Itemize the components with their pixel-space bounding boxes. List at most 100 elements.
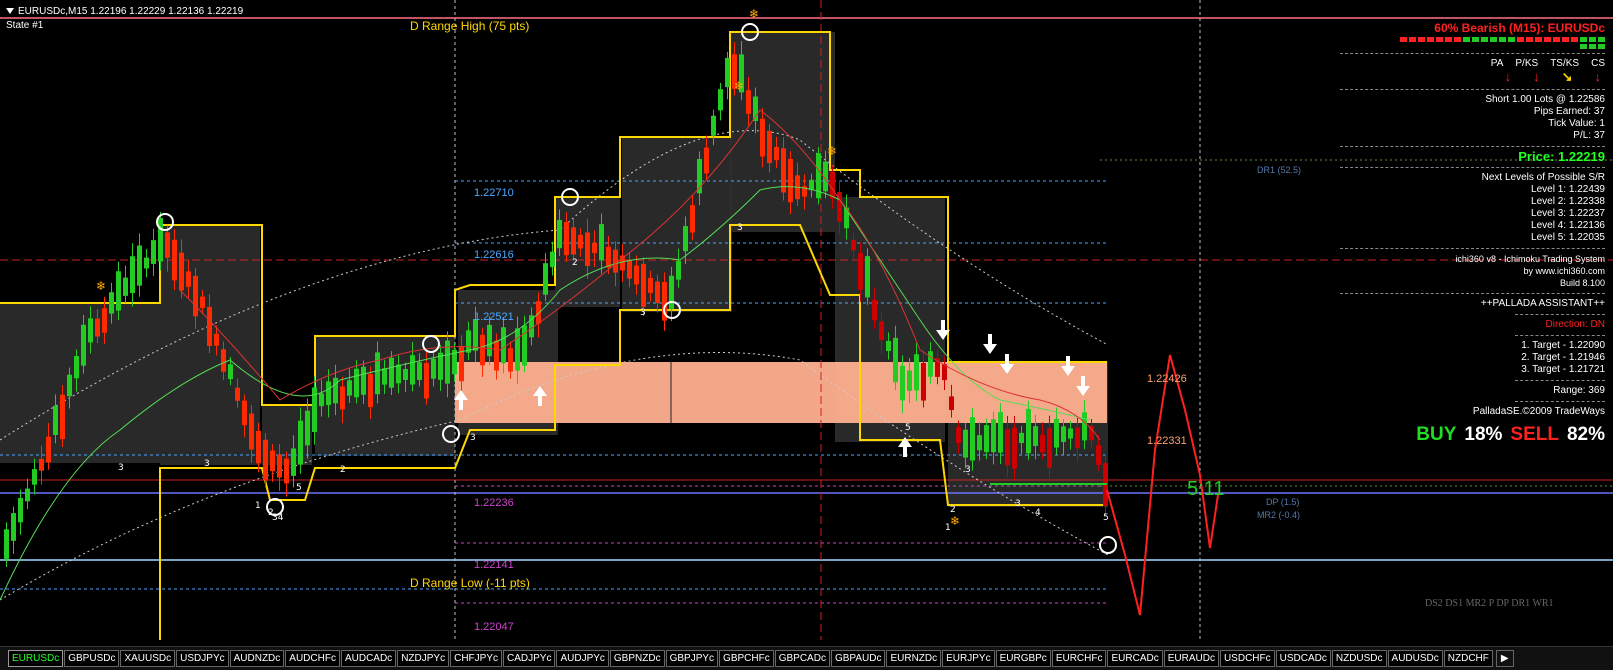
- bias-dot: [1571, 37, 1578, 42]
- divider: [1340, 53, 1605, 54]
- candle-body: [368, 374, 373, 408]
- buy-sell-ratio: BUY 18% SELL 82%: [1335, 424, 1605, 446]
- candle-body: [193, 275, 198, 317]
- candle-body: [81, 324, 86, 366]
- candle-body: [788, 159, 793, 203]
- dr1-label: DR1 (52.5): [1257, 165, 1302, 175]
- candle-body: [1096, 445, 1101, 465]
- symbol-tab[interactable]: USDCADc: [1275, 650, 1331, 667]
- divider: [1515, 335, 1605, 336]
- symbol-tab[interactable]: NZDJPYc: [397, 650, 450, 667]
- symbol-tab[interactable]: AUDNZDc: [229, 650, 285, 667]
- candle-body: [326, 381, 331, 406]
- candle-body: [109, 292, 114, 314]
- candle-body: [886, 340, 891, 352]
- d-range-high-label: D Range High (75 pts): [410, 19, 530, 33]
- candle-body: [963, 429, 968, 458]
- symbol-tab[interactable]: EURUSDc: [8, 650, 64, 667]
- candle-body: [60, 394, 65, 440]
- symbol-tab[interactable]: CADJPYc: [503, 650, 556, 667]
- wave-label: 3: [640, 308, 646, 318]
- candle-body: [298, 420, 303, 465]
- symbol-tab[interactable]: AUDUSDc: [1387, 650, 1443, 667]
- candle-body: [907, 370, 912, 391]
- candle-body: [102, 308, 107, 333]
- state-label: State #1: [6, 20, 44, 31]
- dropdown-icon[interactable]: [6, 8, 14, 14]
- range-box: [0, 303, 160, 463]
- indicator-label: P/KS: [1515, 58, 1539, 69]
- snowflake-icon: ❄: [734, 79, 744, 93]
- level-label: 1.22426: [1147, 373, 1187, 385]
- d-range-low-label: D Range Low (-11 pts): [410, 576, 530, 590]
- symbol-tab[interactable]: EURCHFc: [1051, 650, 1107, 667]
- candle-body: [1047, 428, 1052, 468]
- candle-body: [592, 242, 597, 254]
- symbol-tab[interactable]: EURNZDc: [886, 650, 942, 667]
- candle-body: [522, 325, 527, 366]
- brand-url: by www.ichi360.com: [1523, 266, 1605, 276]
- candle-body: [263, 439, 268, 481]
- candle-body: [515, 328, 520, 371]
- snowflake-icon: ❄: [950, 514, 960, 528]
- bias-dot: [1490, 37, 1497, 42]
- symbol-tab[interactable]: GBPNZDc: [609, 650, 665, 667]
- symbol-tab[interactable]: EURCADc: [1107, 650, 1163, 667]
- candle-body: [375, 352, 380, 395]
- bias-dots: [1400, 37, 1605, 49]
- candle-body: [858, 253, 863, 290]
- candle-body: [599, 224, 604, 261]
- candle-body: [767, 130, 772, 163]
- candle-body: [466, 330, 471, 353]
- candle-body: [249, 413, 254, 450]
- divider: [1515, 401, 1605, 402]
- candle-body: [704, 147, 709, 174]
- bias-dot: [1562, 37, 1569, 42]
- symbol-tab[interactable]: NZDUSDc: [1331, 650, 1387, 667]
- candle-body: [158, 217, 163, 262]
- chart-header: EURUSDc,M15 1.22196 1.22229 1.22136 1.22…: [6, 6, 243, 17]
- candle-body: [501, 327, 506, 364]
- bias-dot: [1598, 44, 1605, 49]
- candle-body: [998, 412, 1003, 453]
- candle-body: [291, 448, 296, 476]
- symbol-tab[interactable]: EURGBPc: [995, 650, 1051, 667]
- symbol-tab[interactable]: USDJPYc: [176, 650, 229, 667]
- divider: [1340, 293, 1605, 294]
- symbol-tab[interactable]: AUDCADc: [340, 650, 397, 667]
- candle-body: [410, 355, 415, 385]
- candle-body: [690, 205, 695, 233]
- symbol-tab[interactable]: EURJPYc: [942, 650, 995, 667]
- scroll-right-icon[interactable]: ▶: [1495, 650, 1514, 667]
- symbol-tab[interactable]: GBPCADc: [774, 650, 830, 667]
- buy-label: BUY: [1416, 424, 1457, 445]
- candle-body: [270, 450, 275, 472]
- sr-level: Level 1: 1.22439: [1531, 184, 1605, 195]
- symbol-tab[interactable]: NZDCHF: [1443, 650, 1493, 667]
- candle-body: [284, 458, 289, 484]
- candle-body: [725, 57, 730, 88]
- symbol-tab[interactable]: USDCHFc: [1219, 650, 1275, 667]
- symbol-tab[interactable]: GBPJPYc: [665, 650, 719, 667]
- symbol-tab[interactable]: AUDCHFc: [285, 650, 340, 667]
- bias-dot: [1499, 37, 1506, 42]
- bias-dot: [1517, 37, 1524, 42]
- arrow-down-icon: ↓: [1594, 69, 1602, 84]
- target-line: 1. Target - 1.22090: [1521, 340, 1605, 351]
- symbol-tab[interactable]: GBPCHFc: [719, 650, 774, 667]
- symbol-tab[interactable]: CHFJPYc: [450, 650, 502, 667]
- divider: [1340, 146, 1605, 147]
- candle-body: [760, 118, 765, 157]
- symbol-tab[interactable]: GBPAUDc: [830, 650, 886, 667]
- candle-body: [333, 377, 338, 404]
- symbol-tab[interactable]: XAUUSDc: [120, 650, 176, 667]
- symbol-tab[interactable]: GBPUSDc: [64, 650, 120, 667]
- trade-line: Short 1.00 Lots @ 1.22586: [1485, 94, 1605, 105]
- candle-body: [53, 405, 58, 435]
- level-label: 1.22616: [474, 249, 514, 261]
- symbol-tab[interactable]: EURAUDc: [1163, 650, 1219, 667]
- level-label: 1.22236: [474, 497, 514, 509]
- candle-body: [242, 400, 247, 426]
- symbol-tab[interactable]: AUDJPYc: [556, 650, 609, 667]
- bias-label: 60% Bearish (M15): EURUSDc: [1434, 21, 1605, 35]
